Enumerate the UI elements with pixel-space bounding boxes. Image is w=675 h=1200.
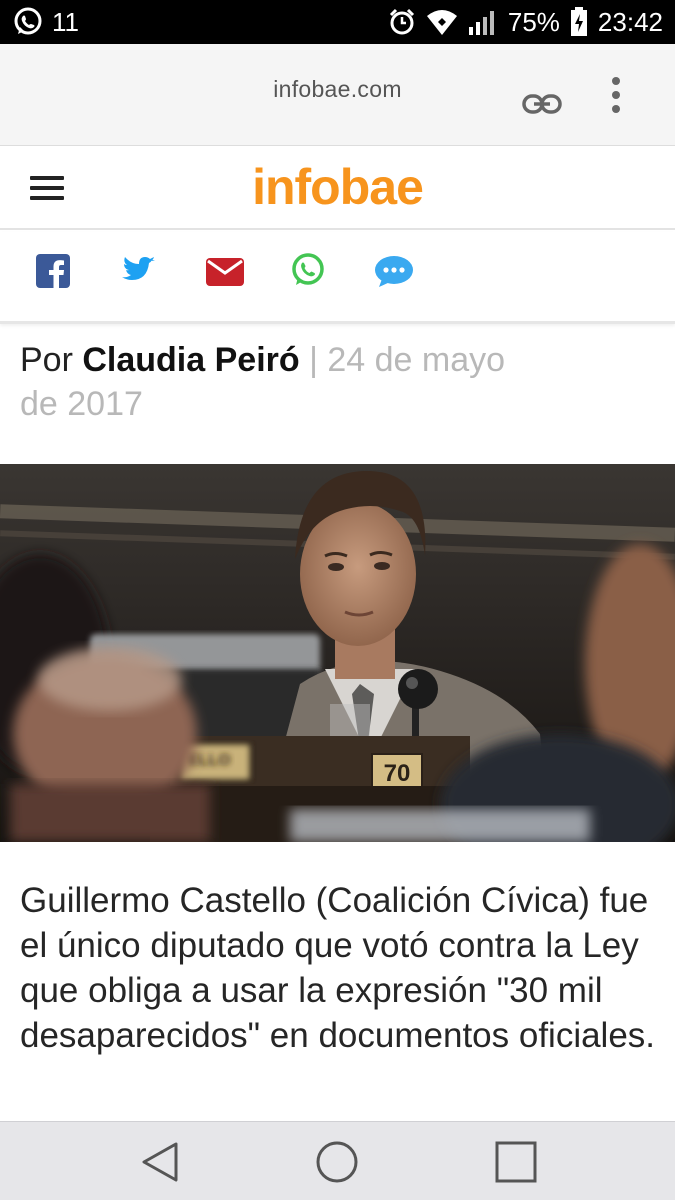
whatsapp-share-icon[interactable] (290, 252, 326, 292)
photo-illustration: ELLO 70 (0, 464, 675, 842)
twitter-icon[interactable] (120, 252, 158, 292)
article-headline[interactable]: Guillermo Castello (Coalición Cívica) fu… (20, 878, 660, 1058)
sms-icon[interactable] (374, 252, 414, 292)
wifi-icon (426, 8, 458, 36)
overflow-menu-icon[interactable] (606, 77, 626, 113)
recents-button[interactable] (494, 1140, 538, 1184)
article-photo: ELLO 70 (0, 464, 675, 842)
url-text[interactable]: infobae.com (0, 76, 675, 103)
site-logo[interactable]: infobae (0, 158, 675, 216)
signal-icon (468, 8, 498, 36)
whatsapp-icon (12, 6, 44, 38)
link-icon[interactable] (522, 92, 562, 121)
seat-number: 70 (384, 760, 411, 787)
system-nav-bar (0, 1121, 675, 1200)
nameplate-text: ELLO (188, 752, 231, 769)
alarm-icon (388, 8, 416, 36)
site-header: infobae (0, 148, 675, 230)
article-byline: Por Claudia Peiró | 24 de mayo de 2017 (20, 338, 540, 426)
back-button[interactable] (138, 1140, 182, 1184)
status-bar: 11 75% 23:42 (0, 0, 675, 44)
clock: 23:42 (597, 6, 663, 37)
byline-prefix: Por (20, 341, 83, 379)
battery-level: 75% (507, 6, 560, 37)
email-icon[interactable] (205, 252, 245, 292)
home-button[interactable] (315, 1140, 359, 1184)
notification-count: 11 (52, 6, 79, 37)
share-bar (0, 232, 675, 324)
byline-separator: | (299, 341, 328, 379)
facebook-icon[interactable] (36, 252, 70, 292)
browser-toolbar: infobae.com (0, 44, 675, 146)
author-name[interactable]: Claudia Peiró (82, 341, 299, 379)
battery-icon (570, 7, 588, 37)
